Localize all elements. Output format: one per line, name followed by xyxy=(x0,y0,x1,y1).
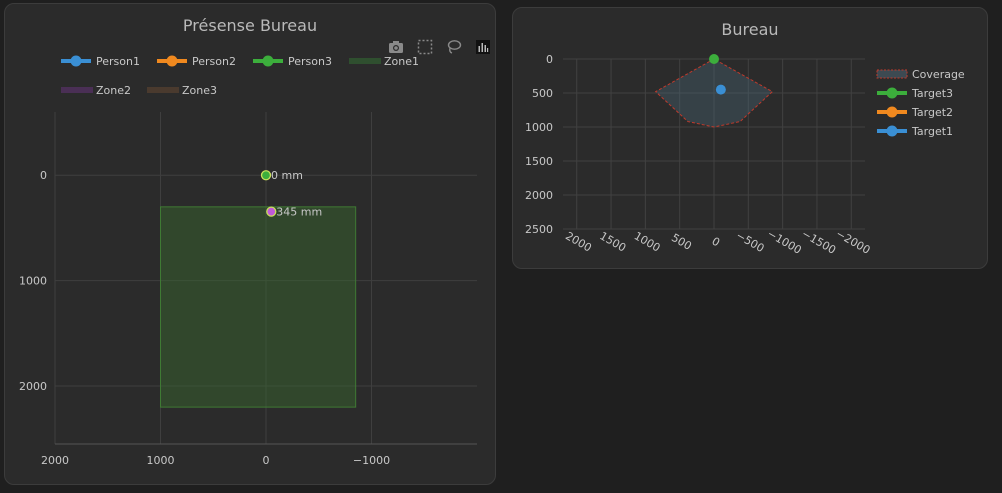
x-tick-label: −500 xyxy=(734,229,767,255)
bureau-card: Bureau 2000 1500 1000 500 0 −500 −1000 −1500 −20… xyxy=(512,7,988,269)
legend-item-zone2[interactable]: Zone2 xyxy=(61,84,131,97)
legend-swatch-rect xyxy=(349,58,381,64)
y-tick-label: 0 xyxy=(40,169,47,182)
point-person2 xyxy=(266,206,277,217)
y-tick-label: 0 xyxy=(546,53,553,66)
x-tick-label: −2000 xyxy=(834,227,873,257)
x-tick-label: 2000 xyxy=(563,229,594,254)
x-tick-label: 2000 xyxy=(41,454,69,467)
legend-label: Zone1 xyxy=(384,55,419,68)
x-tick-label: −1000 xyxy=(353,454,390,467)
y-tick-label: 500 xyxy=(532,87,553,100)
legend-swatch-rect xyxy=(147,87,179,93)
legend-item-target3[interactable]: Target3 xyxy=(877,87,953,100)
y-tick-label: 2000 xyxy=(19,380,47,393)
presence-bureau-card: Présense Bureau Person1 Person2 Person3 Zon… xyxy=(4,3,496,485)
legend-swatch-marker xyxy=(886,125,898,137)
legend-item-target2[interactable]: Target2 xyxy=(877,106,953,119)
legend-label: Target3 xyxy=(911,87,953,100)
legend-item-person2[interactable]: Person2 xyxy=(157,55,236,68)
legend-swatch-rect xyxy=(61,87,93,93)
x-tick-label: 0 xyxy=(709,235,722,250)
legend-swatch-marker xyxy=(262,55,274,67)
legend-label: Person3 xyxy=(288,55,332,68)
coverage-area xyxy=(654,58,774,128)
y-tick-label: 1000 xyxy=(19,275,47,288)
legend-swatch-marker xyxy=(166,55,178,67)
legend-swatch-marker xyxy=(70,55,82,67)
legend-swatch-marker xyxy=(886,106,898,118)
legend-item-zone3[interactable]: Zone3 xyxy=(147,84,217,97)
x-tick-label: 1000 xyxy=(147,454,175,467)
y-tick-label: 2000 xyxy=(525,189,553,202)
legend-label: Target2 xyxy=(911,106,953,119)
legend-label: Coverage xyxy=(912,68,965,81)
point-person3 xyxy=(260,170,272,181)
legend-item-coverage[interactable]: Coverage xyxy=(876,68,965,81)
legend-swatch-marker xyxy=(886,87,898,99)
y-tick-label: 1000 xyxy=(525,121,553,134)
bureau-chart[interactable]: 2000 1500 1000 500 0 −500−1000−1500−200005001… xyxy=(513,8,987,268)
legend-label: Person2 xyxy=(192,55,236,68)
legend-label: Person1 xyxy=(96,55,140,68)
legend-item-person3[interactable]: Person3 xyxy=(253,55,332,68)
legend-item-person1[interactable]: Person1 xyxy=(61,55,140,68)
x-tick-label: 500 xyxy=(669,231,694,253)
x-tick-label: −1000 xyxy=(765,227,804,257)
x-tick-label: 1500 xyxy=(597,229,628,254)
legend-item-zone1[interactable]: Zone1 xyxy=(349,55,419,68)
legend-item-target1[interactable]: Target1 xyxy=(877,125,953,138)
point-target3 xyxy=(709,54,719,64)
y-tick-label: 2500 xyxy=(525,223,553,236)
zone-zone1 xyxy=(160,206,357,408)
legend-swatch-coverage xyxy=(876,69,908,79)
point-label: 345 mm xyxy=(276,206,322,219)
point-target1 xyxy=(715,84,726,95)
legend-label: Zone3 xyxy=(182,84,217,97)
point-label: 0 mm xyxy=(271,169,303,182)
legend-label: Zone2 xyxy=(96,84,131,97)
x-tick-label: 1000 xyxy=(632,229,663,254)
y-tick-label: 1500 xyxy=(525,155,553,168)
legend-label: Target1 xyxy=(911,125,953,138)
x-tick-label: 0 xyxy=(263,454,270,467)
presence-chart[interactable]: Person1 Person2 Person3 Zone1 Zone2 Zone3 2000… xyxy=(5,4,495,484)
x-tick-label: −1500 xyxy=(799,227,838,257)
